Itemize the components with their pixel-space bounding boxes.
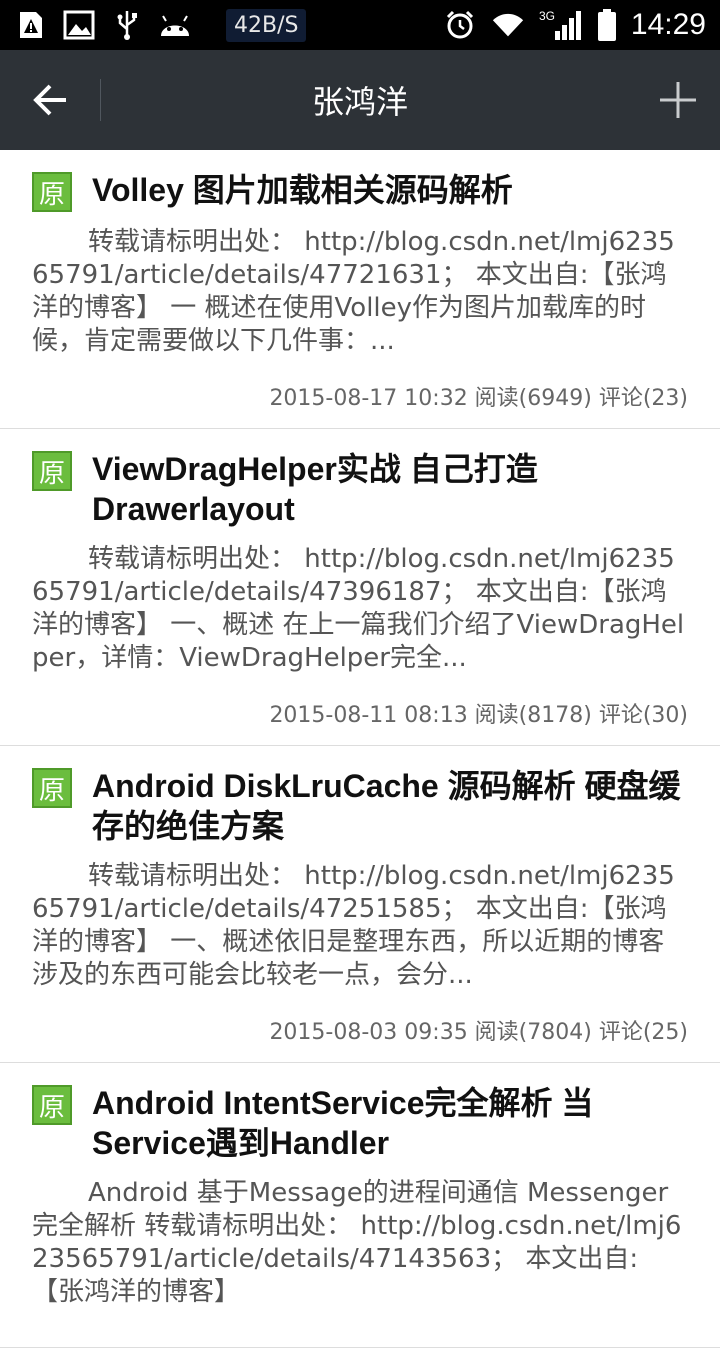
article-title[interactable]: Volley 图片加载相关源码解析 xyxy=(92,170,513,210)
original-badge: 原 xyxy=(32,1085,72,1125)
original-badge: 原 xyxy=(32,451,72,491)
alarm-icon xyxy=(443,8,477,42)
network-type: 3G xyxy=(539,9,555,23)
article-item[interactable]: 原 Android IntentService完全解析 当Service遇到Ha… xyxy=(0,1063,720,1348)
signal-icon: 3G xyxy=(539,8,583,42)
article-meta: 2015-08-03 09:35 阅读(7804) 评论(25) xyxy=(269,1020,688,1045)
battery-icon xyxy=(597,8,617,42)
arrow-left-icon xyxy=(33,84,66,116)
status-bar: 42B/S 3G 14:29 xyxy=(0,0,720,50)
article-title[interactable]: Android IntentService完全解析 当Service遇到Hand… xyxy=(92,1083,688,1163)
article-item[interactable]: 原 Android DiskLruCache 源码解析 硬盘缓存的绝佳方案 转载… xyxy=(0,746,720,1063)
article-meta: 2015-08-11 08:13 阅读(8178) 评论(30) xyxy=(269,703,688,728)
article-summary: 转载请标明出处： http://blog.csdn.net/lmj6235657… xyxy=(32,544,685,673)
article-summary: Android 基于Message的进程间通信 Messenger完全解析 转载… xyxy=(32,1178,682,1307)
usb-icon xyxy=(110,8,144,42)
sim-warning-icon xyxy=(14,8,48,42)
original-badge: 原 xyxy=(32,768,72,808)
back-button[interactable] xyxy=(0,50,100,150)
add-button[interactable] xyxy=(650,72,706,128)
image-icon xyxy=(62,8,96,42)
android-icon xyxy=(158,8,192,42)
page-title: 张鸿洋 xyxy=(311,83,408,121)
article-list: 原 Volley 图片加载相关源码解析 转载请标明出处： http://blog… xyxy=(0,150,720,1348)
article-title[interactable]: Android DiskLruCache 源码解析 硬盘缓存的绝佳方案 xyxy=(92,766,688,846)
actionbar-divider xyxy=(100,79,101,121)
clock: 14:29 xyxy=(630,8,706,41)
article-item[interactable]: 原 Volley 图片加载相关源码解析 转载请标明出处： http://blog… xyxy=(0,150,720,429)
article-meta: 2015-08-17 10:32 阅读(6949) 评论(23) xyxy=(269,386,688,411)
original-badge: 原 xyxy=(32,172,72,212)
action-bar: 张鸿洋 xyxy=(0,50,720,150)
article-summary: 转载请标明出处： http://blog.csdn.net/lmj6235657… xyxy=(32,861,675,990)
plus-icon xyxy=(660,82,696,118)
article-summary: 转载请标明出处： http://blog.csdn.net/lmj6235657… xyxy=(32,227,675,356)
article-item[interactable]: 原 ViewDragHelper实战 自己打造Drawerlayout 转载请标… xyxy=(0,429,720,746)
network-speed: 42B/S xyxy=(226,8,307,42)
wifi-icon xyxy=(491,8,525,42)
article-title[interactable]: ViewDragHelper实战 自己打造Drawerlayout xyxy=(92,449,688,529)
